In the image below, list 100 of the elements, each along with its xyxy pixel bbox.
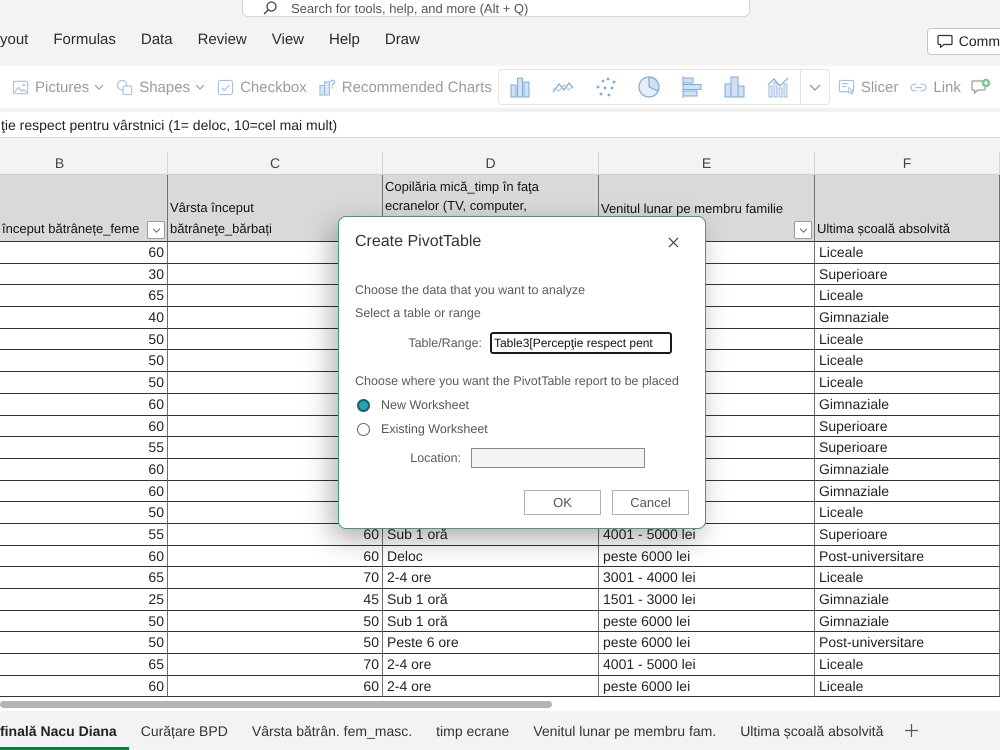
slicer-icon: [838, 78, 855, 96]
table-cell: Gimnaziale: [815, 589, 1000, 611]
table-cell: Superioare: [815, 524, 1000, 546]
close-icon[interactable]: [668, 236, 679, 248]
radio-button[interactable]: [357, 398, 370, 412]
table-cell: Liceale: [815, 372, 1000, 394]
table-cell: peste 6000 lei: [599, 610, 815, 632]
table-cell: 50: [0, 328, 168, 350]
comments-button[interactable]: Comm: [926, 28, 1000, 54]
table-cell: Sub 1 oră: [383, 610, 599, 632]
table-cell: 2-4 ore: [383, 654, 599, 676]
column-title: început bătrânețe_feme: [2, 220, 140, 238]
menu-tab[interactable]: View: [272, 27, 304, 55]
table-cell: 55: [0, 524, 168, 546]
sheet-tab[interactable]: timp ecrane: [424, 711, 522, 750]
column-title: Copilăria mică_timp în faţa ecranelor (TV, computer,: [385, 178, 540, 215]
table-cell: 30: [0, 264, 168, 286]
sheet-tab[interactable]: Venitul lunar pe membru fam.: [521, 711, 728, 750]
table-cell: Gimnaziale: [815, 307, 1000, 329]
table-cell: Liceale: [815, 328, 1000, 350]
search-field[interactable]: Search for tools, help, and more (Alt + Q): [242, 0, 750, 17]
table-cell: Gimnaziale: [815, 480, 1000, 502]
table-cell: 60: [0, 416, 168, 438]
table-cell: 50: [0, 372, 168, 394]
table-cell: Post-universitare: [815, 546, 1000, 568]
plus-icon[interactable]: [905, 724, 918, 738]
table-cell: Liceale: [815, 654, 1000, 676]
radio-label[interactable]: Existing Worksheet: [381, 422, 488, 436]
shapes-icon: [116, 78, 134, 96]
menu-tab[interactable]: Data: [140, 27, 173, 55]
chevron-icon[interactable]: [808, 84, 821, 90]
histogram-chart-icon[interactable]: [724, 76, 746, 98]
table-cell: Liceale: [815, 502, 1000, 524]
scrollbar-thumb[interactable]: [0, 700, 552, 708]
dialog-button[interactable]: OK: [524, 490, 601, 515]
table-cell: 60: [0, 458, 168, 481]
table-cell: 60: [0, 546, 168, 568]
checkbox-icon: [217, 78, 234, 96]
filter-button[interactable]: [794, 221, 812, 239]
sheet-tab[interactable]: Curățare BPD: [128, 711, 240, 750]
table-cell: 2-4 ore: [383, 567, 599, 589]
table-cell: 45: [168, 589, 383, 611]
table-cell: Liceale: [815, 242, 1000, 264]
picture-icon: [12, 78, 29, 96]
table-cell: 50: [0, 632, 168, 654]
dialog-title: Create PivotTable: [355, 233, 482, 251]
scatter-chart-icon[interactable]: [595, 76, 618, 98]
radio-button[interactable]: [357, 422, 370, 436]
table-cell: 60: [0, 242, 168, 264]
table-cell: 70: [168, 567, 383, 589]
new-comment-icon[interactable]: [970, 78, 991, 96]
table-cell: peste 6000 lei: [599, 546, 815, 568]
bar-chart-icon[interactable]: [681, 76, 704, 98]
instruction-text: Select a table or range: [355, 305, 482, 322]
sheet-tab[interactable]: Vârsta bătrân. fem_masc.: [240, 711, 424, 750]
column-title: Venitul lunar pe membru familie: [601, 200, 784, 218]
table-cell: 60: [0, 480, 168, 502]
table-cell: 50: [0, 502, 168, 524]
table-cell: Gimnaziale: [815, 394, 1000, 416]
menu-tab[interactable]: Draw: [384, 27, 420, 55]
table-cell: Superioare: [815, 264, 1000, 286]
range-field[interactable]: Table3[Percepţie respect pent: [490, 332, 672, 354]
table-cell: 65: [0, 567, 168, 589]
instruction-text: Choose the data that you want to analyze: [355, 282, 586, 299]
table-cell: 55: [0, 437, 168, 459]
chevron-icon: [798, 228, 808, 232]
dialog-button[interactable]: Cancel: [612, 490, 689, 515]
table-cell: 50: [168, 632, 383, 654]
sheet-tab[interactable]: finală Nacu Diana: [0, 711, 129, 750]
table-cell: Sub 1 oră: [383, 589, 599, 611]
table-cell: 60: [0, 394, 168, 416]
pie-chart-icon[interactable]: [638, 76, 660, 98]
search-icon: [263, 1, 277, 15]
menu-tab[interactable]: Help: [329, 27, 360, 55]
menu-tab[interactable]: Formulas: [53, 27, 116, 55]
combo-chart-icon[interactable]: [767, 76, 790, 98]
table-cell: 70: [168, 654, 383, 676]
instruction-text: Choose where you want the PivotTable report to be placed: [355, 373, 680, 390]
table-cell: 60: [168, 546, 383, 568]
field-label: Table/Range:: [407, 336, 482, 350]
table-cell: 50: [168, 610, 383, 632]
filter-button[interactable]: [147, 221, 165, 239]
table-cell: Post-universitare: [815, 632, 1000, 654]
table-cell: 50: [0, 350, 168, 372]
table-cell: Peste 6 ore: [383, 632, 599, 654]
column-chart-icon[interactable]: [509, 76, 532, 98]
table-cell: 25: [0, 589, 168, 611]
table-cell: 65: [0, 654, 168, 676]
radio-label[interactable]: New Worksheet: [381, 398, 469, 412]
table-cell: Gimnaziale: [815, 610, 1000, 632]
menu-tab[interactable]: Review: [198, 27, 247, 55]
table-cell: 40: [0, 307, 168, 329]
field-label: Location:: [409, 451, 461, 465]
table-cell: Superioare: [815, 437, 1000, 459]
table-cell: Superioare: [815, 416, 1000, 438]
table-cell: Liceale: [815, 350, 1000, 372]
chart-question-icon: [318, 78, 336, 96]
menu-tab[interactable]: yout: [0, 27, 28, 55]
sheet-tab[interactable]: Ultima școală absolvită: [728, 711, 896, 750]
comment-icon: [936, 34, 953, 48]
